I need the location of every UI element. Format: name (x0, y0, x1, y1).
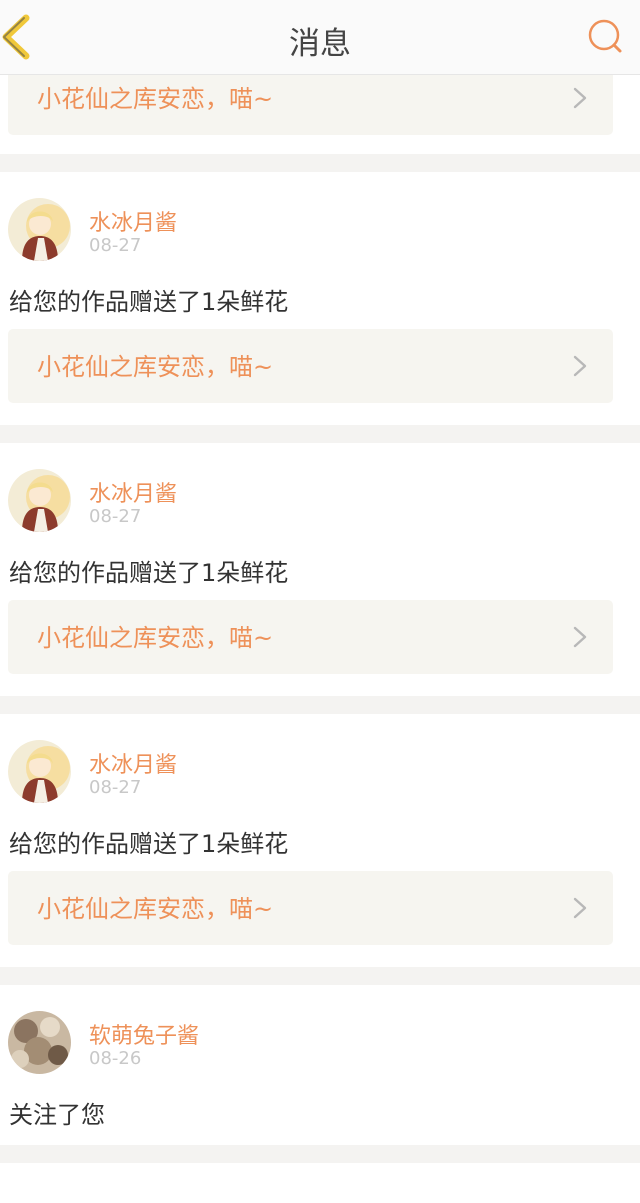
work-title: 小花仙之库安恋，喵~ (37, 895, 274, 923)
page-title: 消息 (289, 26, 351, 62)
card-separator (0, 154, 640, 172)
message-date: 08-27 (89, 506, 142, 527)
card-separator (0, 425, 640, 443)
message-text: 给您的作品赠送了1朵鲜花 (9, 830, 289, 858)
message-card (0, 1163, 640, 1203)
avatar[interactable] (8, 469, 71, 532)
avatar[interactable] (8, 1011, 71, 1074)
chevron-right-icon (573, 897, 587, 919)
message-card: 软萌兔子酱 08-26 关注了您 (0, 985, 640, 1145)
message-date: 08-27 (89, 235, 142, 256)
message-card: 小花仙之库安恋，喵~ (0, 61, 640, 154)
message-list: 小花仙之库安恋，喵~ 水冰月酱 08-27 给您的作品赠送了1朵鲜花 小花仙之库… (0, 61, 640, 1203)
message-text: 关注了您 (9, 1101, 105, 1129)
work-title: 小花仙之库安恋，喵~ (37, 624, 274, 652)
card-separator (0, 1145, 640, 1163)
chevron-right-icon (573, 626, 587, 648)
chevron-right-icon (573, 87, 587, 109)
work-title: 小花仙之库安恋，喵~ (37, 85, 274, 113)
work-link[interactable]: 小花仙之库安恋，喵~ (8, 871, 613, 945)
avatar[interactable] (8, 740, 71, 803)
message-card: 水冰月酱 08-27 给您的作品赠送了1朵鲜花 小花仙之库安恋，喵~ (0, 714, 640, 967)
search-icon (588, 19, 622, 53)
search-button[interactable] (586, 18, 626, 56)
chevron-right-icon (573, 355, 587, 377)
message-card: 水冰月酱 08-27 给您的作品赠送了1朵鲜花 小花仙之库安恋，喵~ (0, 443, 640, 696)
avatar[interactable] (8, 198, 71, 261)
card-separator (0, 967, 640, 985)
user-name[interactable]: 水冰月酱 (89, 205, 177, 237)
work-link[interactable]: 小花仙之库安恋，喵~ (8, 600, 613, 674)
message-card: 水冰月酱 08-27 给您的作品赠送了1朵鲜花 小花仙之库安恋，喵~ (0, 172, 640, 425)
user-name[interactable]: 水冰月酱 (89, 476, 177, 508)
work-link[interactable]: 小花仙之库安恋，喵~ (8, 329, 613, 403)
message-text: 给您的作品赠送了1朵鲜花 (9, 559, 289, 587)
work-title: 小花仙之库安恋，喵~ (37, 353, 274, 381)
header-bar: 消息 (0, 0, 640, 75)
message-date: 08-26 (89, 1048, 142, 1069)
user-name[interactable]: 软萌兔子酱 (89, 1018, 199, 1050)
message-date: 08-27 (89, 777, 142, 798)
card-separator (0, 696, 640, 714)
message-text: 给您的作品赠送了1朵鲜花 (9, 288, 289, 316)
user-name[interactable]: 水冰月酱 (89, 747, 177, 779)
